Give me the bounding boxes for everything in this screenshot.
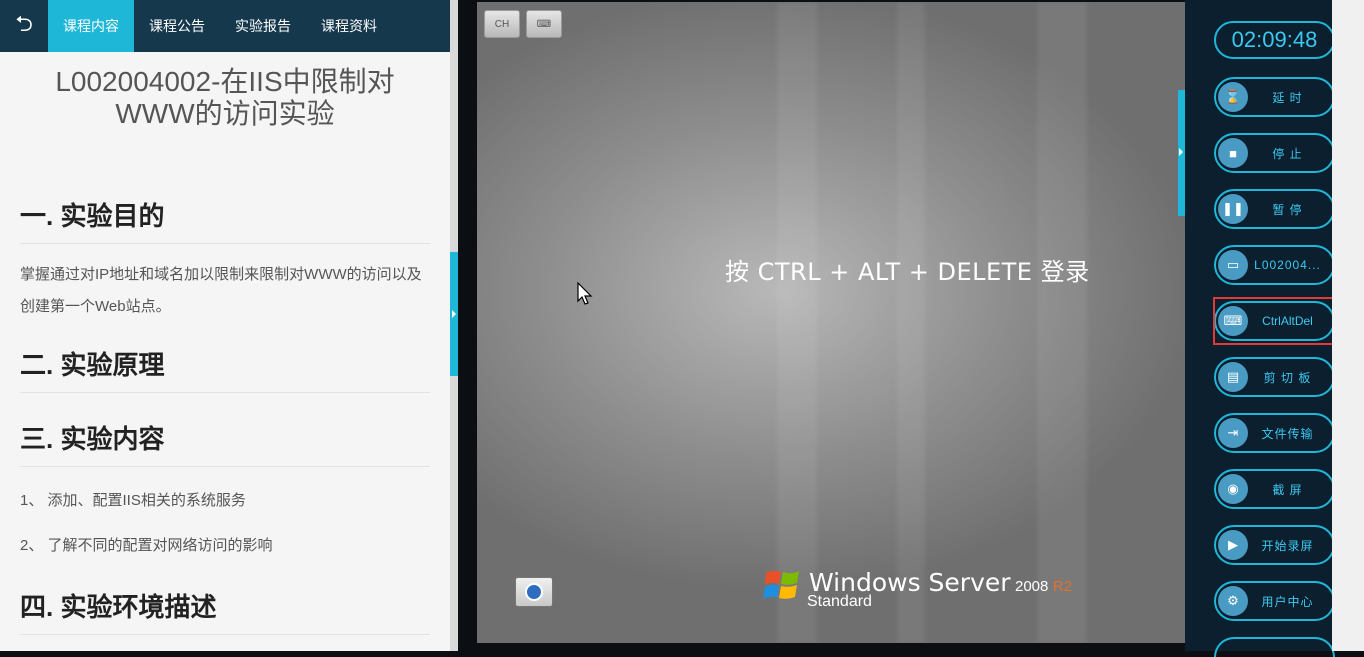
course-panel: ⮌ 课程内容 课程公告 实验报告 课程资料 L002004002-在IIS中限制… [0,0,450,651]
stop-label: 停 止 [1272,146,1303,161]
control-sidebar: 02:09:48 ⌛ 延 时 ■ 停 止 ❚❚ 暂 停 ▭ L002004...… [1185,0,1341,657]
section-heading-content: 三. 实验内容 [20,419,430,467]
extend-time-label: 延 时 [1272,90,1303,105]
camera-icon: ◉ [1218,474,1248,504]
section-heading-purpose: 一. 实验目的 [20,196,430,244]
list-item: 1、 添加、配置IIS相关的系统服务 [20,492,246,509]
section-text-purpose: 掌握通过对IP地址和域名加以限制来限制对WWW的访问以及创建第一个Web站点。 [20,266,422,315]
title-line-1: L002004002-在IIS中限制对 [55,66,395,97]
vm-select-label: L002004... [1254,258,1321,272]
background-streak [777,2,817,643]
clipboard-icon: ▤ [1218,362,1248,392]
stop-icon: ■ [1218,138,1248,168]
back-arrow-icon[interactable]: ⮌ [0,0,48,52]
pause-label: 暂 停 [1272,202,1303,217]
file-transfer-button[interactable]: ⇥ 文件传输 [1214,413,1335,453]
tab-course-content[interactable]: 课程内容 [48,0,134,52]
monitor-icon: ▭ [1218,250,1248,280]
file-transfer-icon: ⇥ [1218,418,1248,448]
sidebar-collapse-handle[interactable] [1178,90,1185,216]
remote-desktop-area: CH ⌨ 按 CTRL + ALT + DELETE 登录 Windows Se… [458,0,1185,643]
file-transfer-label: 文件传输 [1261,426,1314,441]
clipboard-button[interactable]: ▤ 剪 切 板 [1214,357,1335,397]
course-tabs: ⮌ 课程内容 课程公告 实验报告 课程资料 [0,0,450,52]
screenshot-button[interactable]: ◉ 截 屏 [1214,469,1335,509]
section-heading-environment: 四. 实验环境描述 [20,587,430,635]
pause-button[interactable]: ❚❚ 暂 停 [1214,189,1335,229]
page-scrollbar[interactable] [1332,0,1364,651]
tab-lab-report[interactable]: 实验报告 [220,0,306,52]
title-line-2: WWW的访问实验 [115,98,335,129]
brand-r2: R2 [1052,578,1072,595]
gear-icon: ⚙ [1218,586,1248,616]
countdown-timer: 02:09:48 [1214,21,1335,59]
screenshot-label: 截 屏 [1272,482,1303,497]
page-title: L002004002-在IIS中限制对 WWW的访问实验 [20,52,430,130]
course-document: L002004002-在IIS中限制对 WWW的访问实验 一. 实验目的 掌握通… [0,52,450,635]
user-center-button[interactable]: ⚙ 用户中心 [1214,581,1335,621]
tab-course-materials[interactable]: 课程资料 [306,0,392,52]
start-recording-button[interactable]: ▶ 开始录屏 [1214,525,1335,565]
keyboard-icon[interactable]: ⌨ [526,10,562,38]
remote-screen[interactable]: CH ⌨ 按 CTRL + ALT + DELETE 登录 Windows Se… [477,2,1185,643]
left-panel-collapse-handle[interactable] [450,252,458,376]
tab-course-notice[interactable]: 课程公告 [134,0,220,52]
mouse-cursor-icon [577,282,593,305]
login-prompt: 按 CTRL + ALT + DELETE 登录 [725,258,1090,286]
background-streak [1037,2,1087,643]
stop-button[interactable]: ■ 停 止 [1214,133,1335,173]
hourglass-icon: ⌛ [1218,82,1248,112]
highlight-box [1213,297,1341,345]
user-center-label: 用户中心 [1261,594,1314,609]
extend-time-button[interactable]: ⌛ 延 时 [1214,77,1335,117]
background-streak [897,2,925,643]
input-language-button[interactable]: CH [484,10,520,38]
start-recording-label: 开始录屏 [1261,538,1314,553]
list-item: 2、 了解不同的配置对网络访问的影响 [20,537,273,554]
ease-of-access-icon [525,583,543,601]
section-heading-principle: 二. 实验原理 [20,345,430,393]
ease-of-access-button[interactable] [515,577,553,607]
windows-server-brand: Windows Server 2008 R2 Standard [763,568,1072,611]
pause-icon: ❚❚ [1218,194,1248,224]
clipboard-label: 剪 切 板 [1263,370,1312,385]
record-icon: ▶ [1218,530,1248,560]
brand-version: 2008 [1014,578,1049,595]
more-button-partial[interactable] [1214,637,1335,657]
vm-select-button[interactable]: ▭ L002004... [1214,245,1335,285]
